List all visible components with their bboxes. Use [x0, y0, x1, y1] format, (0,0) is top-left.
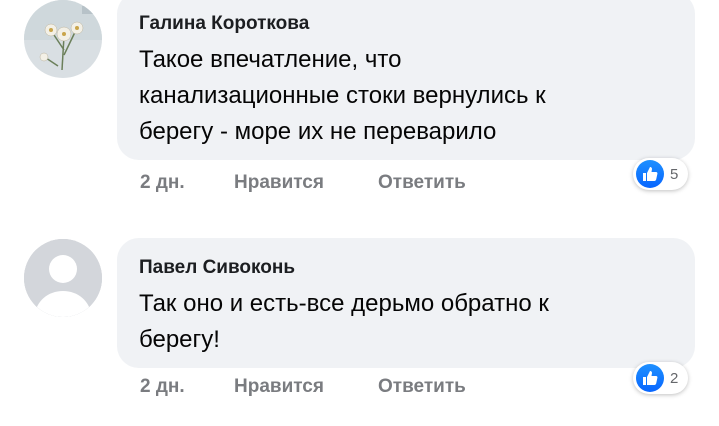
reaction-badge[interactable]: 5	[633, 158, 689, 190]
comment-text-line: берегу - море их не переварило	[139, 118, 497, 145]
avatar[interactable]	[24, 239, 102, 317]
reaction-badge[interactable]: 2	[633, 362, 689, 394]
reply-button[interactable]: Ответить	[378, 172, 466, 198]
comment-text: Так оно и есть-все дерьмо обратно к бере…	[139, 286, 673, 358]
default-user-avatar-icon	[24, 239, 102, 317]
comment-bubble: Павел Сивоконь Так оно и есть-все дерьмо…	[117, 238, 695, 368]
like-icon	[636, 364, 664, 392]
comment-text: Такое впечатление, что канализационные с…	[139, 42, 673, 150]
comment-bubble: Галина Короткова Такое впечатление, что …	[117, 0, 695, 160]
like-icon	[636, 160, 664, 188]
comment-text-line: берегу!	[139, 326, 220, 353]
comment-author[interactable]: Галина Короткова	[139, 12, 673, 36]
avatar[interactable]	[24, 0, 102, 78]
comment-actions: 2 дн. Нравится Ответить	[140, 376, 466, 402]
reply-button[interactable]: Ответить	[378, 376, 466, 402]
reaction-count: 5	[670, 165, 679, 183]
like-button[interactable]: Нравится	[234, 376, 378, 402]
comment-author[interactable]: Павел Сивоконь	[139, 256, 673, 280]
comment-text-line: канализационные стоки вернулись к	[139, 82, 546, 109]
comment-text-line: Так оно и есть-все дерьмо обратно к	[139, 290, 549, 317]
flower-avatar-icon	[24, 0, 102, 78]
comment-time[interactable]: 2 дн.	[140, 172, 234, 198]
reaction-count: 2	[670, 369, 679, 387]
comment-time[interactable]: 2 дн.	[140, 376, 234, 402]
like-button[interactable]: Нравится	[234, 172, 378, 198]
comment-text-line: Такое впечатление, что	[139, 46, 402, 73]
comment-actions: 2 дн. Нравится Ответить	[140, 172, 466, 198]
